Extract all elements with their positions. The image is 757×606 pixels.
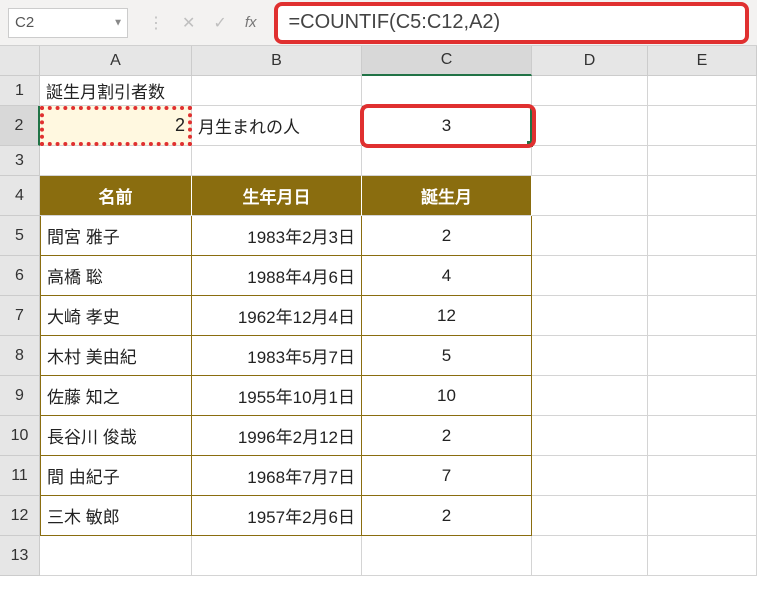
cell-C6[interactable]: 4 bbox=[362, 256, 532, 296]
cell-A1[interactable]: 誕生月割引者数 bbox=[40, 76, 192, 106]
row-header-1[interactable]: 1 bbox=[0, 76, 40, 106]
cell-E11[interactable] bbox=[648, 456, 757, 496]
row-header-4[interactable]: 4 bbox=[0, 176, 40, 216]
cancel-icon[interactable]: ✕ bbox=[182, 13, 195, 33]
col-header-C[interactable]: C bbox=[362, 46, 532, 76]
row-header-2[interactable]: 2 bbox=[0, 106, 40, 146]
cell-C10[interactable]: 2 bbox=[362, 416, 532, 456]
name-box[interactable]: C2 ▼ bbox=[8, 8, 128, 38]
row-header-6[interactable]: 6 bbox=[0, 256, 40, 296]
row-header-10[interactable]: 10 bbox=[0, 416, 40, 456]
cell-E1[interactable] bbox=[648, 76, 757, 106]
cell-E13[interactable] bbox=[648, 536, 757, 576]
cell-B10[interactable]: 1996年2月12日 bbox=[192, 416, 362, 456]
cell-D1[interactable] bbox=[532, 76, 648, 106]
cell-E10[interactable] bbox=[648, 416, 757, 456]
fx-icon[interactable]: fx bbox=[245, 14, 257, 31]
cell-B12[interactable]: 1957年2月6日 bbox=[192, 496, 362, 536]
cell-B8[interactable]: 1983年5月7日 bbox=[192, 336, 362, 376]
cell-E6[interactable] bbox=[648, 256, 757, 296]
row-header-3[interactable]: 3 bbox=[0, 146, 40, 176]
col-header-E[interactable]: E bbox=[648, 46, 757, 76]
cell-D11[interactable] bbox=[532, 456, 648, 496]
cell-E9[interactable] bbox=[648, 376, 757, 416]
cell-A11[interactable]: 間 由紀子 bbox=[40, 456, 192, 496]
cell-C9[interactable]: 10 bbox=[362, 376, 532, 416]
row-header-11[interactable]: 11 bbox=[0, 456, 40, 496]
cell-A7[interactable]: 大崎 孝史 bbox=[40, 296, 192, 336]
cell-D8[interactable] bbox=[532, 336, 648, 376]
cell-B7[interactable]: 1962年12月4日 bbox=[192, 296, 362, 336]
cell-E7[interactable] bbox=[648, 296, 757, 336]
confirm-icon[interactable]: ✓ bbox=[213, 13, 226, 33]
row-header-7[interactable]: 7 bbox=[0, 296, 40, 336]
dropdown-icon[interactable]: ▼ bbox=[113, 17, 123, 28]
cell-B3[interactable] bbox=[192, 146, 362, 176]
cell-C5[interactable]: 2 bbox=[362, 216, 532, 256]
cell-D9[interactable] bbox=[532, 376, 648, 416]
dots-icon: ⋮ bbox=[148, 13, 164, 33]
cell-D10[interactable] bbox=[532, 416, 648, 456]
cell-D2[interactable] bbox=[532, 106, 648, 146]
formula-input[interactable]: =COUNTIF(C5:C12,A2) bbox=[274, 2, 749, 44]
formula-text: =COUNTIF(C5:C12,A2) bbox=[288, 11, 500, 34]
table-header-month[interactable]: 誕生月 bbox=[362, 176, 532, 216]
cell-A5[interactable]: 間宮 雅子 bbox=[40, 216, 192, 256]
row-header-8[interactable]: 8 bbox=[0, 336, 40, 376]
cell-E4[interactable] bbox=[648, 176, 757, 216]
col-header-A[interactable]: A bbox=[40, 46, 192, 76]
cell-B11[interactable]: 1968年7月7日 bbox=[192, 456, 362, 496]
cell-D3[interactable] bbox=[532, 146, 648, 176]
row-header-13[interactable]: 13 bbox=[0, 536, 40, 576]
cell-C13[interactable] bbox=[362, 536, 532, 576]
table-header-dob[interactable]: 生年月日 bbox=[192, 176, 362, 216]
formula-bar: C2 ▼ ⋮ ✕ ✓ fx =COUNTIF(C5:C12,A2) bbox=[0, 0, 757, 46]
table-header-name[interactable]: 名前 bbox=[40, 176, 192, 216]
name-box-value: C2 bbox=[15, 14, 34, 31]
cell-B5[interactable]: 1983年2月3日 bbox=[192, 216, 362, 256]
cell-A9[interactable]: 佐藤 知之 bbox=[40, 376, 192, 416]
cell-B1[interactable] bbox=[192, 76, 362, 106]
cell-A2[interactable]: 2 bbox=[40, 106, 192, 146]
cell-C1[interactable] bbox=[362, 76, 532, 106]
cell-E12[interactable] bbox=[648, 496, 757, 536]
col-header-D[interactable]: D bbox=[532, 46, 648, 76]
cell-E2[interactable] bbox=[648, 106, 757, 146]
cell-C2[interactable]: 3 bbox=[362, 106, 532, 146]
cell-D7[interactable] bbox=[532, 296, 648, 336]
cell-D12[interactable] bbox=[532, 496, 648, 536]
row-header-12[interactable]: 12 bbox=[0, 496, 40, 536]
cell-E5[interactable] bbox=[648, 216, 757, 256]
spreadsheet-grid: A B C D E 1 2 3 4 5 6 7 8 9 10 11 12 13 bbox=[0, 46, 757, 606]
cell-D6[interactable] bbox=[532, 256, 648, 296]
cell-C8[interactable]: 5 bbox=[362, 336, 532, 376]
cell-C12[interactable]: 2 bbox=[362, 496, 532, 536]
cell-A3[interactable] bbox=[40, 146, 192, 176]
cell-C11[interactable]: 7 bbox=[362, 456, 532, 496]
cell-A8[interactable]: 木村 美由紀 bbox=[40, 336, 192, 376]
cell-D4[interactable] bbox=[532, 176, 648, 216]
cell-area: 誕生月割引者数 2 月生まれの人 3 bbox=[40, 76, 757, 576]
cell-C3[interactable] bbox=[362, 146, 532, 176]
row-header-5[interactable]: 5 bbox=[0, 216, 40, 256]
cell-B13[interactable] bbox=[192, 536, 362, 576]
cell-A10[interactable]: 長谷川 俊哉 bbox=[40, 416, 192, 456]
cell-A13[interactable] bbox=[40, 536, 192, 576]
formula-bar-icons: ⋮ ✕ ✓ fx bbox=[148, 13, 256, 33]
row-header-9[interactable]: 9 bbox=[0, 376, 40, 416]
cell-E8[interactable] bbox=[648, 336, 757, 376]
select-all-corner[interactable] bbox=[0, 46, 40, 76]
cell-A12[interactable]: 三木 敏郎 bbox=[40, 496, 192, 536]
col-header-B[interactable]: B bbox=[192, 46, 362, 76]
cell-B6[interactable]: 1988年4月6日 bbox=[192, 256, 362, 296]
cell-E3[interactable] bbox=[648, 146, 757, 176]
cell-B9[interactable]: 1955年10月1日 bbox=[192, 376, 362, 416]
cell-D13[interactable] bbox=[532, 536, 648, 576]
cell-B2[interactable]: 月生まれの人 bbox=[192, 106, 362, 146]
cell-D5[interactable] bbox=[532, 216, 648, 256]
cell-A6[interactable]: 高橋 聡 bbox=[40, 256, 192, 296]
cell-C7[interactable]: 12 bbox=[362, 296, 532, 336]
